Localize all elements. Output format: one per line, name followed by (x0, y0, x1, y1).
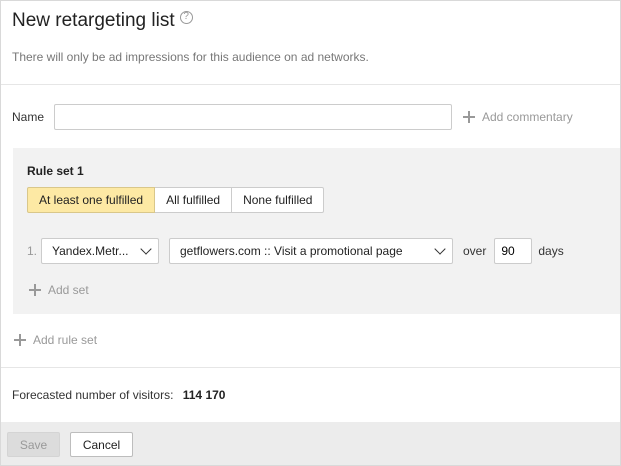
save-button[interactable]: Save (7, 432, 60, 457)
add-rule-set-link[interactable]: Add rule set (14, 333, 97, 347)
name-row: Name (12, 104, 452, 130)
add-commentary-link[interactable]: Add commentary (463, 110, 573, 124)
forecast-label: Forecasted number of visitors: (12, 388, 174, 402)
source-select-value: Yandex.Metr... (52, 244, 129, 258)
plus-icon (29, 284, 41, 296)
add-set-link[interactable]: Add set (29, 283, 89, 297)
plus-icon (14, 334, 26, 346)
add-set-label: Add set (48, 283, 89, 297)
footer: Save Cancel (1, 422, 620, 465)
divider-bottom (1, 367, 620, 368)
cancel-button[interactable]: Cancel (70, 432, 133, 457)
chevron-down-icon (140, 243, 152, 255)
rule-set-title: Rule set 1 (27, 164, 84, 178)
page-title: New retargeting list ? (12, 10, 193, 32)
forecast: Forecasted number of visitors: 114 170 (12, 388, 225, 402)
name-input[interactable] (54, 104, 452, 130)
add-rule-set-label: Add rule set (33, 333, 98, 347)
over-label: over (463, 244, 487, 258)
add-commentary-label: Add commentary (482, 110, 573, 124)
forecast-value: 114 170 (182, 388, 226, 402)
rule-row: 1. Yandex.Metr... getflowers.com :: Visi… (27, 238, 564, 264)
page-subtitle: There will only be ad impressions for th… (12, 50, 369, 64)
rule-mode-selector: At least one fulfilled All fulfilled Non… (27, 187, 325, 213)
goal-select[interactable]: getflowers.com :: Visit a promotional pa… (169, 238, 453, 264)
header: New retargeting list ? (12, 10, 193, 32)
chevron-down-icon (434, 243, 446, 255)
source-select[interactable]: Yandex.Metr... (41, 238, 159, 264)
mode-all-button[interactable]: All fulfilled (155, 187, 233, 213)
rule-index: 1. (27, 244, 38, 258)
days-label: days (538, 244, 564, 258)
name-label: Name (12, 110, 45, 124)
divider-top (1, 84, 620, 85)
mode-none-button[interactable]: None fulfilled (232, 187, 325, 213)
goal-select-value: getflowers.com :: Visit a promotional pa… (180, 244, 403, 258)
retargeting-dialog: New retargeting list ? There will only b… (0, 0, 621, 466)
days-input[interactable] (494, 238, 533, 264)
mode-at-least-one-button[interactable]: At least one fulfilled (27, 187, 156, 213)
help-icon[interactable]: ? (179, 10, 193, 24)
page-title-text: New retargeting list (12, 10, 175, 31)
rule-set-panel: Rule set 1 At least one fulfilled All fu… (13, 148, 620, 314)
plus-icon (463, 111, 475, 123)
